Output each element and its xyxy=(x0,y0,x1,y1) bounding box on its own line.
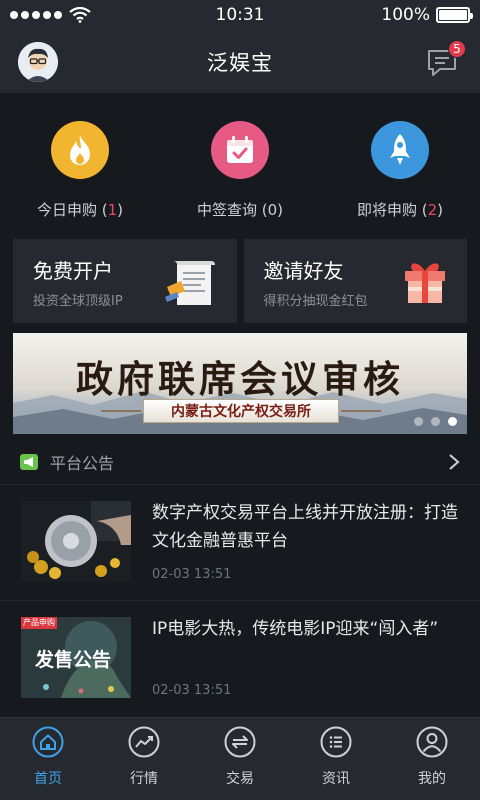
thumb-tag: 产品申购 xyxy=(23,618,55,627)
banner-pager[interactable] xyxy=(414,417,457,426)
battery-percent: 100% xyxy=(381,5,430,25)
coins-image-icon xyxy=(21,501,131,582)
tab-label: 交易 xyxy=(226,771,254,787)
banner-title: 政府联席会议审核 xyxy=(76,357,404,401)
tab-label: 行情 xyxy=(130,771,158,787)
calendar-check-icon xyxy=(211,121,269,179)
promo-banner[interactable]: 政府联席会议审核 内蒙古文化产权交易所 xyxy=(13,333,467,434)
avatar[interactable] xyxy=(18,42,58,82)
list-item[interactable]: 数字产权交易平台上线并开放注册：打造文化金融普惠平台 02-03 13:51 xyxy=(0,484,480,600)
pager-dot-active[interactable] xyxy=(448,417,457,426)
tab-trade[interactable]: 交易 xyxy=(192,718,288,800)
page-title: 泛娱宝 xyxy=(207,50,273,75)
notice-bar[interactable]: 平台公告 xyxy=(0,440,480,484)
list-icon xyxy=(320,726,352,758)
tab-bar: 首页 行情 交易 资讯 我的 xyxy=(0,717,480,800)
rocket-icon xyxy=(371,121,429,179)
tab-profile[interactable]: 我的 xyxy=(384,718,480,800)
tab-label: 首页 xyxy=(34,771,62,787)
quick-action-count: 1 xyxy=(107,201,118,219)
trend-icon xyxy=(128,726,160,758)
quick-action-count: 2 xyxy=(427,201,438,219)
document-stamp-icon xyxy=(164,261,215,305)
status-bar: 10:31 100% xyxy=(0,0,480,30)
nav-bar: 泛娱宝 5 xyxy=(0,30,480,93)
home-icon xyxy=(32,726,64,758)
quick-action-count: 0 xyxy=(267,201,278,219)
messages-button[interactable]: 5 xyxy=(426,40,466,80)
notice-label: 平台公告 xyxy=(50,454,115,473)
user-icon xyxy=(416,726,448,758)
promo-cards: 免费开户 投资全球顶级IP 邀请好友 得积分抽现金红包 xyxy=(13,239,467,323)
quick-action-today-subscribe[interactable]: 今日申购 (1) xyxy=(0,93,160,233)
thumb-text: 发售公告 xyxy=(35,649,112,671)
banner-divider-left xyxy=(101,410,141,412)
wifi-icon xyxy=(69,7,91,23)
avatar-icon xyxy=(18,42,58,82)
quick-actions: 今日申购 (1) 中签查询 (0) 即将申购 (2) xyxy=(0,93,480,233)
quick-action-lottery-query[interactable]: 中签查询 (0) xyxy=(160,93,320,233)
exchange-icon xyxy=(224,726,256,758)
gift-icon xyxy=(405,263,445,303)
tab-market[interactable]: 行情 xyxy=(96,718,192,800)
news-list: 数字产权交易平台上线并开放注册：打造文化金融普惠平台 02-03 13:51 产… xyxy=(0,484,480,716)
pager-dot[interactable] xyxy=(414,417,423,426)
news-time: 02-03 13:51 xyxy=(152,683,232,698)
promo-open-account[interactable]: 免费开户 投资全球顶级IP xyxy=(13,239,237,323)
tab-home[interactable]: 首页 xyxy=(0,718,96,800)
news-title: IP电影大热，传统电影IP迎来“闯入者” xyxy=(152,619,439,639)
quick-action-label: 今日申购 xyxy=(36,201,97,219)
tab-news[interactable]: 资讯 xyxy=(288,718,384,800)
banner-divider-right xyxy=(341,410,381,412)
quick-action-label: 中签查询 xyxy=(196,201,257,219)
news-thumbnail: 产品申购 发售公告 xyxy=(21,617,131,698)
news-title: 数字产权交易平台上线并开放注册：打造文化金融普惠平台 xyxy=(152,503,458,551)
megaphone-icon xyxy=(20,454,38,470)
news-time: 02-03 13:51 xyxy=(152,567,232,582)
pager-dot[interactable] xyxy=(431,417,440,426)
quick-action-upcoming-subscribe[interactable]: 即将申购 (2) xyxy=(320,93,480,233)
flame-icon xyxy=(51,121,109,179)
tab-label: 我的 xyxy=(418,771,446,787)
banner-subtitle: 内蒙古文化产权交易所 xyxy=(143,399,339,423)
list-item[interactable]: 产品申购 发售公告 IP电影大热，传统电影IP迎来“闯入者” 02-03 13:… xyxy=(0,600,480,716)
promo-invite-friends[interactable]: 邀请好友 得积分抽现金红包 xyxy=(243,239,467,323)
news-thumbnail xyxy=(21,501,131,582)
quick-action-label: 即将申购 xyxy=(356,201,417,219)
message-badge: 5 xyxy=(448,40,466,58)
tab-label: 资讯 xyxy=(322,771,350,787)
signal-icon xyxy=(10,7,91,23)
chevron-right-icon xyxy=(449,454,460,470)
battery-icon xyxy=(436,7,473,23)
